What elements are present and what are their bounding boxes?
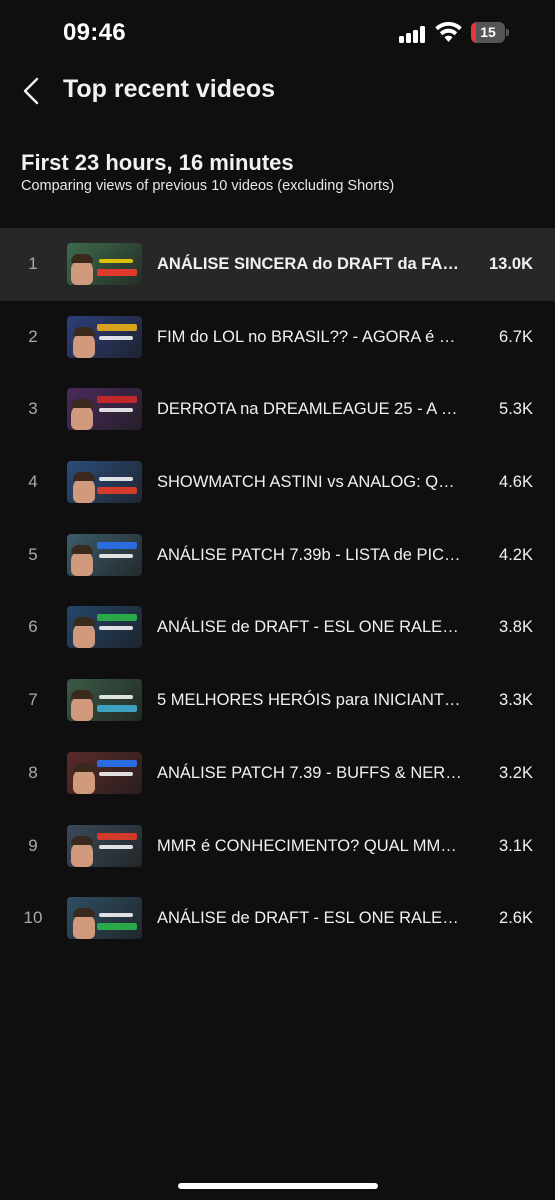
creator-hair xyxy=(73,908,95,918)
video-title: 5 MELHORES HERÓIS para INICIANTES no DOT… xyxy=(157,691,462,710)
thumbnail-text-strip xyxy=(99,626,133,631)
creator-hair xyxy=(71,690,93,700)
thumbnail-banner xyxy=(97,832,137,840)
home-indicator[interactable] xyxy=(178,1183,378,1189)
thumbnail-text-strip xyxy=(99,477,133,482)
creator-hair xyxy=(73,617,95,627)
wifi-icon xyxy=(435,21,462,42)
video-row[interactable]: 7 5 MELHORES HERÓIS para INICIANTES no DO… xyxy=(0,664,555,737)
thumbnail-banner xyxy=(97,759,137,767)
chevron-left-icon[interactable] xyxy=(18,76,44,106)
thumbnail-text-strip xyxy=(99,771,133,776)
video-row[interactable]: 9 MMR é CONHECIMENTO? QUAL MMR VOCÊ TEM? 3… xyxy=(0,810,555,883)
video-row[interactable]: 5 ANÁLISE PATCH 7.39b - LISTA de PICKS e … xyxy=(0,519,555,592)
video-thumbnail[interactable] xyxy=(67,388,142,431)
status-bar: 09:46 15 xyxy=(0,0,555,66)
video-title: DERROTA na DREAMLEAGUE 25 - A VERDADE xyxy=(157,400,462,419)
video-title: FIM do LOL no BRASIL?? - AGORA é DOTA 2! xyxy=(157,327,462,346)
creator-face xyxy=(71,404,93,431)
video-list: 1 ANÁLISE SINCERA do DRAFT da FALCONS vs … xyxy=(0,228,555,955)
creator-hair xyxy=(73,472,95,482)
video-views: 4.2K xyxy=(499,545,533,564)
video-rank: 6 xyxy=(28,617,38,637)
video-thumbnail[interactable] xyxy=(67,897,142,940)
cellular-signal-icon xyxy=(399,25,429,43)
header: Top recent videos xyxy=(0,66,555,116)
video-rank: 9 xyxy=(28,835,38,855)
thumbnail-text-strip xyxy=(99,553,133,558)
video-row[interactable]: 10 ANÁLISE de DRAFT - ESL ONE RALEIGH - P… xyxy=(0,882,555,955)
creator-face xyxy=(73,913,95,940)
thumbnail-text-strip xyxy=(99,408,133,413)
creator-hair xyxy=(73,762,95,772)
video-views: 4.6K xyxy=(499,473,533,492)
video-rank: 8 xyxy=(28,762,38,782)
video-row[interactable]: 2 FIM do LOL no BRASIL?? - AGORA é DOTA 2… xyxy=(0,301,555,374)
thumbnail-banner xyxy=(97,705,137,713)
thumbnail-text-strip xyxy=(99,259,133,263)
screen: 09:46 15 Top recent videos First 23 hour… xyxy=(0,0,555,1200)
thumbnail-text-strip xyxy=(99,913,133,918)
thumbnail-banner xyxy=(97,614,137,622)
video-title: SHOWMATCH ASTINI vs ANALOG: QUEM VENCEU? xyxy=(157,473,462,492)
video-thumbnail[interactable] xyxy=(67,315,142,358)
video-title: ANÁLISE PATCH 7.39b - LISTA de PICKS e B… xyxy=(157,545,462,564)
video-row[interactable]: 8 ANÁLISE PATCH 7.39 - BUFFS & NERFS 3.2K xyxy=(0,737,555,810)
thumbnail-text-strip xyxy=(99,695,133,700)
creator-hair xyxy=(71,544,93,554)
video-thumbnail[interactable] xyxy=(67,533,142,576)
video-title: ANÁLISE SINCERA do DRAFT da FALCONS vs P… xyxy=(157,255,462,273)
video-views: 13.0K xyxy=(488,255,533,273)
video-rank: 5 xyxy=(28,544,38,564)
video-thumbnail[interactable] xyxy=(67,824,142,867)
creator-hair xyxy=(71,399,93,409)
video-row[interactable]: 1 ANÁLISE SINCERA do DRAFT da FALCONS vs … xyxy=(0,228,555,301)
video-thumbnail[interactable] xyxy=(67,679,142,722)
thumbnail-banner xyxy=(97,269,137,276)
video-thumbnail[interactable] xyxy=(67,751,142,794)
page-title: Top recent videos xyxy=(63,75,276,103)
video-thumbnail[interactable] xyxy=(67,606,142,649)
summary-subtitle: Comparing views of previous 10 videos (e… xyxy=(21,178,395,194)
battery-level: 15 xyxy=(480,24,496,40)
thumbnail-banner xyxy=(97,396,137,404)
video-thumbnail[interactable] xyxy=(67,243,142,285)
thumbnail-banner xyxy=(97,323,137,331)
video-title: MMR é CONHECIMENTO? QUAL MMR VOCÊ TEM? xyxy=(157,836,462,855)
thumbnail-text-strip xyxy=(99,335,133,340)
video-views: 2.6K xyxy=(499,909,533,928)
creator-hair xyxy=(71,835,93,845)
video-views: 5.3K xyxy=(499,400,533,419)
video-title: ANÁLISE de DRAFT - ESL ONE RALEIGH 2025 xyxy=(157,618,462,637)
video-rank: 7 xyxy=(28,690,38,710)
video-rank: 2 xyxy=(28,326,38,346)
video-views: 6.7K xyxy=(499,327,533,346)
creator-face xyxy=(71,695,93,722)
video-rank: 3 xyxy=(28,399,38,419)
thumbnail-banner xyxy=(97,923,137,931)
video-rank: 10 xyxy=(23,908,43,928)
video-rank: 4 xyxy=(28,472,38,492)
video-title: ANÁLISE de DRAFT - ESL ONE RALEIGH - PAR… xyxy=(157,909,462,928)
video-rank: 1 xyxy=(28,254,38,273)
status-time: 09:46 xyxy=(63,19,126,46)
video-thumbnail[interactable] xyxy=(67,461,142,504)
creator-hair xyxy=(73,326,95,336)
video-row[interactable]: 6 ANÁLISE de DRAFT - ESL ONE RALEIGH 2025… xyxy=(0,591,555,664)
video-row[interactable]: 4 SHOWMATCH ASTINI vs ANALOG: QUEM VENCEU… xyxy=(0,446,555,519)
creator-hair xyxy=(71,254,93,263)
video-title: ANÁLISE PATCH 7.39 - BUFFS & NERFS xyxy=(157,763,462,782)
video-views: 3.2K xyxy=(499,763,533,782)
summary-title: First 23 hours, 16 minutes xyxy=(21,150,294,175)
battery-icon: 15 xyxy=(471,22,509,43)
thumbnail-banner xyxy=(97,541,137,549)
video-row[interactable]: 3 DERROTA na DREAMLEAGUE 25 - A VERDADE 5.… xyxy=(0,373,555,446)
video-views: 3.1K xyxy=(499,836,533,855)
thumbnail-text-strip xyxy=(99,844,133,849)
video-views: 3.8K xyxy=(499,618,533,637)
thumbnail-banner xyxy=(97,487,137,495)
video-views: 3.3K xyxy=(499,691,533,710)
creator-face xyxy=(73,622,95,649)
